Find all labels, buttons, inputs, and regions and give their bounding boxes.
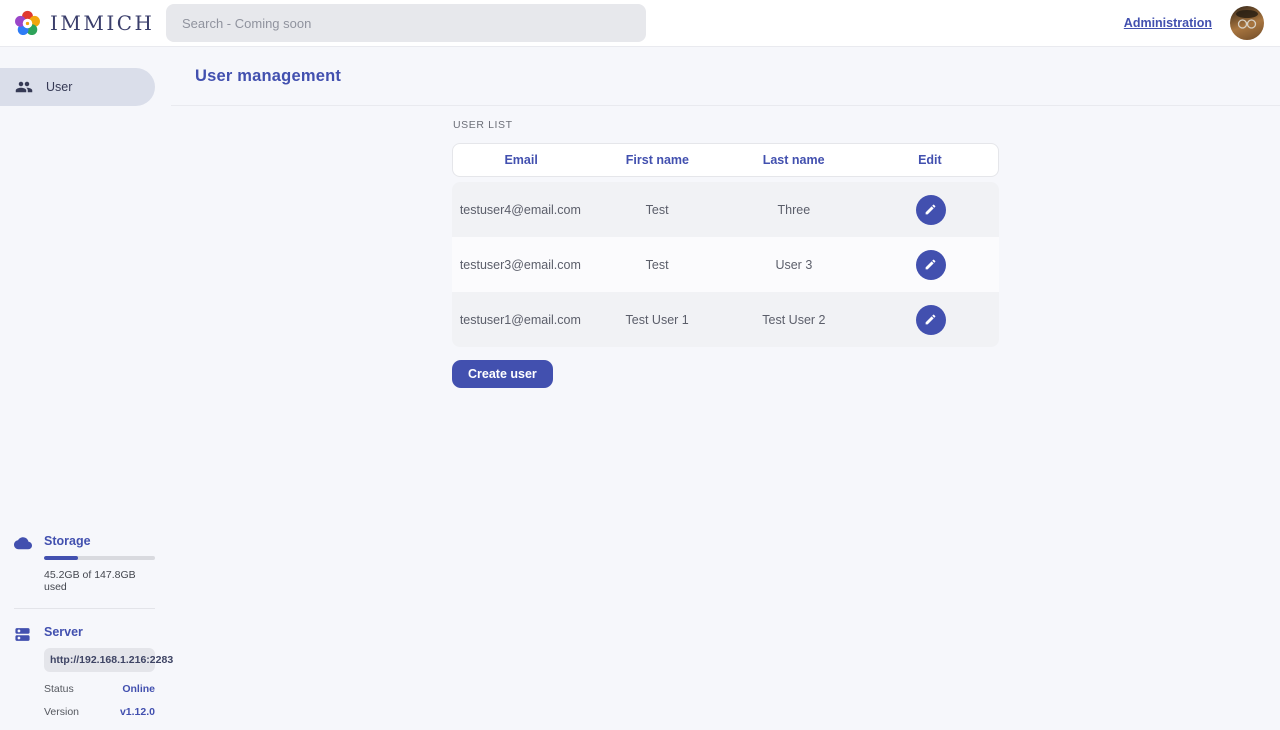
version-label: Version <box>44 706 79 718</box>
sidebar: User Storage 45.2GB of 147.8GB used <box>0 47 171 730</box>
sidebar-item-user[interactable]: User <box>0 68 155 106</box>
server-title: Server <box>44 625 155 639</box>
user-list-section: USER LIST Email First name Last name Edi… <box>452 119 999 388</box>
version-value: v1.12.0 <box>120 706 155 718</box>
edit-user-button[interactable] <box>916 250 946 280</box>
cell-email: testuser1@email.com <box>452 313 589 327</box>
cell-first-name: Test User 1 <box>589 313 726 327</box>
main-header: User management <box>171 47 1280 106</box>
cell-last-name: Test User 2 <box>726 313 863 327</box>
server-status-row: Status Online <box>44 683 155 695</box>
user-avatar[interactable] <box>1230 6 1264 40</box>
column-header-first-name: First name <box>589 153 725 167</box>
sidebar-item-user-label: User <box>46 80 72 94</box>
server-widget: Server http://192.168.1.216:2283 Status … <box>14 625 155 718</box>
sidebar-bottom: Storage 45.2GB of 147.8GB used Server <box>14 534 155 718</box>
cell-last-name: Three <box>726 203 863 217</box>
cell-email: testuser3@email.com <box>452 258 589 272</box>
edit-user-button[interactable] <box>916 195 946 225</box>
server-version-row: Version v1.12.0 <box>44 706 155 718</box>
navbar: IMMICH Administration <box>0 0 1280 47</box>
cell-last-name: User 3 <box>726 258 863 272</box>
immich-brand[interactable]: IMMICH <box>0 10 166 37</box>
brand-wordmark: IMMICH <box>50 11 155 35</box>
table-row: testuser1@email.com Test User 1 Test Use… <box>452 292 999 347</box>
server-url-badge: http://192.168.1.216:2283 <box>44 648 155 672</box>
search-input[interactable] <box>166 4 646 42</box>
navbar-right: Administration <box>1124 6 1280 40</box>
pencil-icon <box>924 313 937 326</box>
storage-progress-bar <box>44 556 155 560</box>
storage-widget: Storage 45.2GB of 147.8GB used <box>14 534 155 593</box>
immich-flower-logo-icon <box>14 10 41 37</box>
table-row: testuser3@email.com Test User 3 <box>452 237 999 292</box>
pencil-icon <box>924 203 937 216</box>
table-row: testuser4@email.com Test Three <box>452 182 999 237</box>
storage-usage-text: 45.2GB of 147.8GB used <box>44 569 155 593</box>
main-content: User management USER LIST Email First na… <box>171 47 1280 730</box>
column-header-edit: Edit <box>862 153 998 167</box>
pencil-icon <box>924 258 937 271</box>
server-icon <box>14 625 32 718</box>
cell-first-name: Test <box>589 203 726 217</box>
administration-link[interactable]: Administration <box>1124 16 1212 30</box>
edit-user-button[interactable] <box>916 305 946 335</box>
page-title: User management <box>195 67 341 86</box>
status-label: Status <box>44 683 74 695</box>
sidebar-divider <box>14 608 155 609</box>
status-value: Online <box>122 683 155 695</box>
cell-email: testuser4@email.com <box>452 203 589 217</box>
cloud-icon <box>14 534 32 593</box>
column-header-email: Email <box>453 153 589 167</box>
cell-first-name: Test <box>589 258 726 272</box>
table-body: testuser4@email.com Test Three testuser3… <box>452 182 999 347</box>
column-header-last-name: Last name <box>726 153 862 167</box>
create-user-button[interactable]: Create user <box>452 360 553 388</box>
users-icon <box>15 78 33 96</box>
user-list-label: USER LIST <box>453 119 999 131</box>
storage-title: Storage <box>44 534 155 548</box>
table-header: Email First name Last name Edit <box>452 143 999 177</box>
storage-progress-fill <box>44 556 78 560</box>
avatar-glasses-icon <box>1234 10 1260 36</box>
